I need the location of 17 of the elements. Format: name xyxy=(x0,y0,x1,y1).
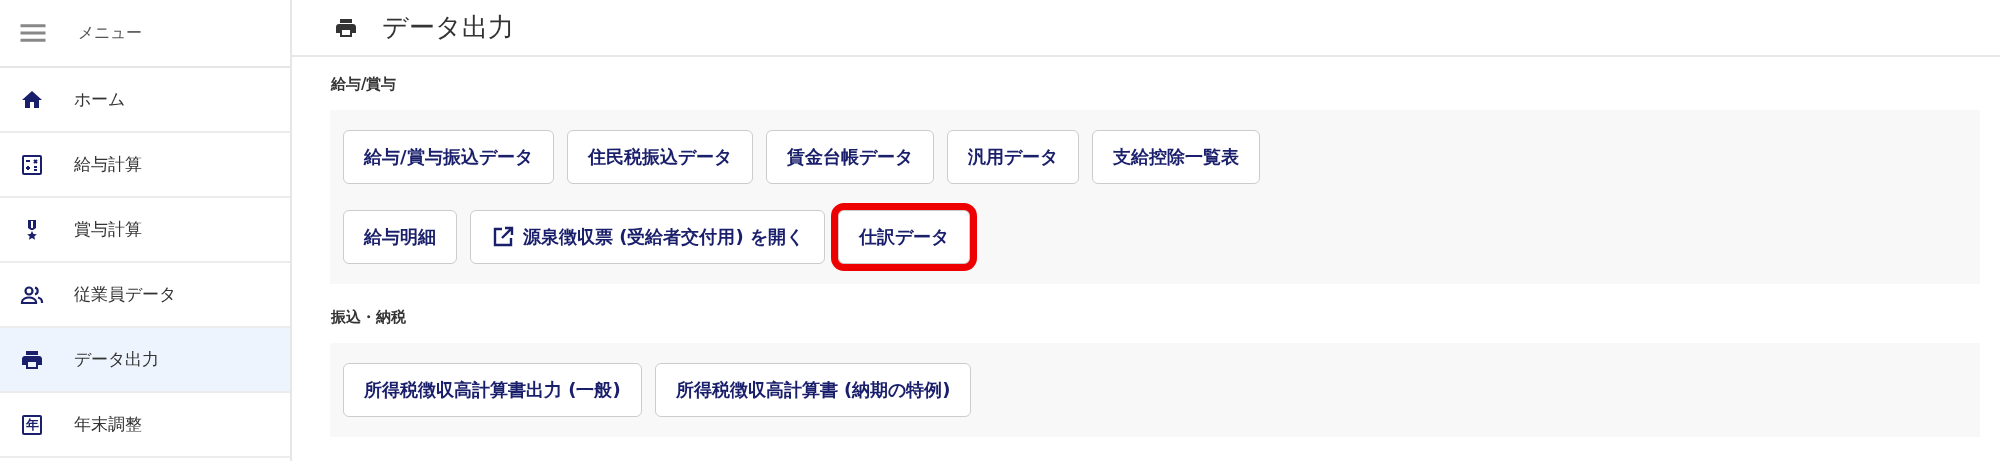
page-title: データ出力 xyxy=(382,11,514,44)
export-button[interactable]: 賃金台帳データ xyxy=(765,130,934,184)
sidebar-item[interactable]: データ出力 xyxy=(0,328,290,393)
external-link-icon xyxy=(491,225,515,249)
export-button[interactable]: 給与/賞与振込データ xyxy=(343,130,554,184)
menu-label: メニュー xyxy=(78,22,142,44)
export-button[interactable]: 給与明細 xyxy=(343,210,457,264)
section-label: 振込・納税 xyxy=(331,308,407,327)
calculator-icon xyxy=(20,152,44,177)
section-label: 給与/賞与 xyxy=(331,75,398,94)
export-button[interactable]: 源泉徴収票 (受給者交付用) を開く xyxy=(470,210,825,264)
export-button[interactable]: 所得税徴収高計算書出力 (一般) xyxy=(343,363,642,417)
export-button[interactable]: 住民税振込データ xyxy=(566,130,753,184)
year-icon: 年 xyxy=(22,414,42,435)
export-button[interactable]: 汎用データ xyxy=(946,130,1079,184)
export-button[interactable]: 支給控除一覧表 xyxy=(1091,130,1260,184)
export-button[interactable]: 所得税徴収高計算書 (納期の特例) xyxy=(654,363,972,417)
